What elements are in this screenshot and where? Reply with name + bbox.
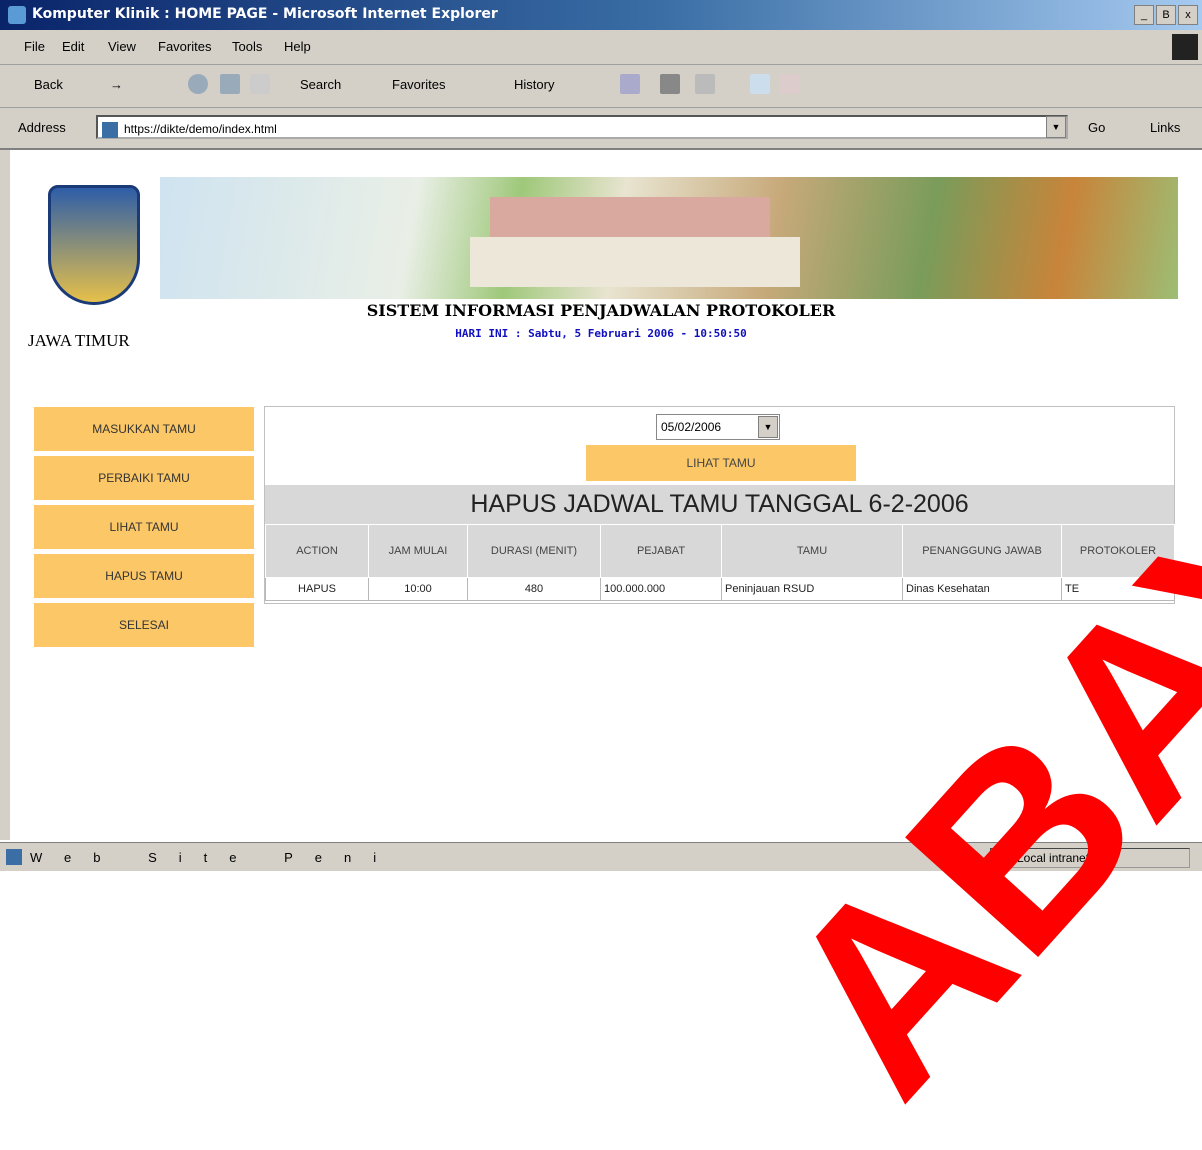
col-tamu: TAMU xyxy=(721,524,903,578)
edit-icon[interactable] xyxy=(695,74,715,94)
jawa-timur-logo xyxy=(48,185,140,305)
menu-help[interactable]: Help xyxy=(284,39,311,54)
mail-icon[interactable] xyxy=(620,74,640,94)
cell-pejabat: 100.000.000 xyxy=(600,577,722,601)
today-date: HARI INI : Sabtu, 5 Februari 2006 - 10:5… xyxy=(455,327,747,340)
menu-perbaiki-tamu[interactable]: PERBAIKI TAMU xyxy=(34,456,254,500)
cell-jam: 10:00 xyxy=(368,577,468,601)
minimize-button[interactable]: _ xyxy=(1134,5,1154,25)
date-select-value: 05/02/2006 xyxy=(661,420,722,434)
forward-arrow-icon[interactable]: → xyxy=(110,77,123,92)
maximize-button[interactable]: Β xyxy=(1156,5,1176,25)
toolbar: Back → Search Favorites History xyxy=(0,65,1202,108)
col-pejabat: PEJABAT xyxy=(600,524,722,578)
banner-building-shape xyxy=(470,237,800,287)
cell-tamu: Peninjauan RSUD xyxy=(721,577,903,601)
menu-edit[interactable]: Edit xyxy=(62,39,84,54)
status-text: Web Site Peni xyxy=(30,850,399,865)
windows-logo-icon xyxy=(1172,34,1198,60)
banner-roof-shape xyxy=(490,197,770,237)
menu-hapus-tamu[interactable]: HAPUS TAMU xyxy=(34,554,254,598)
col-durasi: DURASI (MENIT) xyxy=(467,524,601,578)
messenger-icon[interactable] xyxy=(780,74,800,94)
address-label: Address xyxy=(18,120,66,135)
header-banner-image xyxy=(160,177,1178,299)
address-dropdown-icon[interactable]: ▼ xyxy=(1046,116,1066,138)
menu-bar: File Edit View Favorites Tools Help xyxy=(0,30,1202,65)
menu-favorites[interactable]: Favorites xyxy=(158,39,211,54)
history-button[interactable]: History xyxy=(514,77,554,92)
home-icon[interactable] xyxy=(250,74,270,94)
ie-icon xyxy=(8,6,26,24)
side-menu: MASUKKAN TAMU PERBAIKI TAMU LIHAT TAMU H… xyxy=(34,407,254,652)
cell-penanggung-jawab: Dinas Kesehatan xyxy=(902,577,1062,601)
menu-file[interactable]: File xyxy=(24,39,45,54)
go-button[interactable]: Go xyxy=(1088,120,1105,135)
hapus-link[interactable]: HAPUS xyxy=(265,577,369,601)
hapus-heading: HAPUS JADWAL TAMU TANGGAL 6-2-2006 xyxy=(265,485,1174,524)
address-bar: Address https://dikte/demo/index.html Go… xyxy=(0,108,1202,150)
cell-durasi: 480 xyxy=(467,577,601,601)
left-border xyxy=(0,150,10,840)
menu-lihat-tamu[interactable]: LIHAT TAMU xyxy=(34,505,254,549)
lihat-tamu-button[interactable]: LIHAT TAMU xyxy=(586,445,856,481)
date-select[interactable]: 05/02/2006 ▼ xyxy=(656,414,780,440)
window-title-bar: Komputer Klinik : HOME PAGE - Microsoft … xyxy=(0,0,1202,30)
favorites-button[interactable]: Favorites xyxy=(392,77,445,92)
menu-masukkan-tamu[interactable]: MASUKKAN TAMU xyxy=(34,407,254,451)
search-button[interactable]: Search xyxy=(300,77,341,92)
page-icon xyxy=(102,121,118,138)
table-row: HAPUS 10:00 480 100.000.000 Peninjauan R… xyxy=(265,577,1175,601)
menu-tools[interactable]: Tools xyxy=(232,39,262,54)
col-jam-mulai: JAM MULAI xyxy=(368,524,468,578)
stop-icon[interactable] xyxy=(188,74,208,94)
col-action: ACTION xyxy=(265,524,369,578)
menu-view[interactable]: View xyxy=(108,39,136,54)
schedule-table: ACTION JAM MULAI DURASI (MENIT) PEJABAT … xyxy=(265,524,1175,601)
close-button[interactable]: x xyxy=(1178,5,1198,25)
refresh-icon[interactable] xyxy=(220,74,240,94)
table-header-row: ACTION JAM MULAI DURASI (MENIT) PEJABAT … xyxy=(265,524,1175,578)
print-icon[interactable] xyxy=(660,74,680,94)
links-button[interactable]: Links xyxy=(1150,120,1180,135)
menu-selesai[interactable]: SELESAI xyxy=(34,603,254,647)
window-title: Komputer Klinik : HOME PAGE - Microsoft … xyxy=(32,6,498,22)
page-status-icon xyxy=(6,849,22,865)
back-button[interactable]: Back xyxy=(34,77,63,92)
col-penanggung-jawab: PENANGGUNG JAWAB xyxy=(902,524,1062,578)
system-title: SISTEM INFORMASI PENJADWALAN PROTOKOLER xyxy=(366,301,836,320)
address-url: https://dikte/demo/index.html xyxy=(124,122,277,136)
discuss-icon[interactable] xyxy=(750,74,770,94)
address-input[interactable]: https://dikte/demo/index.html xyxy=(96,115,1068,139)
chevron-down-icon[interactable]: ▼ xyxy=(758,416,778,438)
